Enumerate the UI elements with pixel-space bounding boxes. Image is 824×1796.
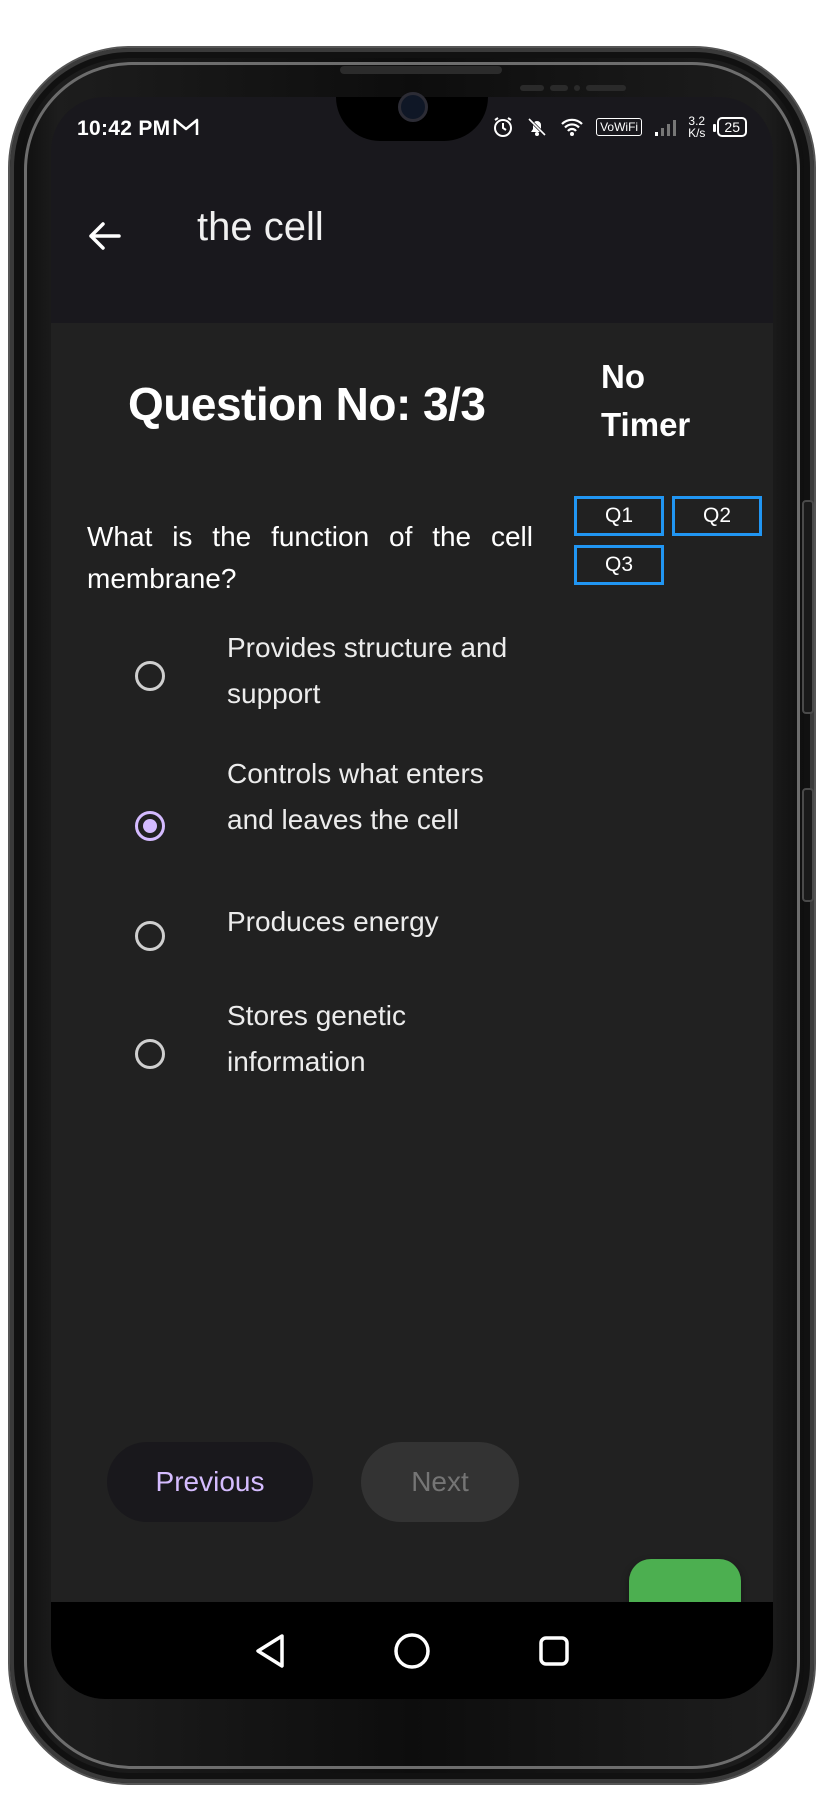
phone-screen: 10:42 PM VoWiFi 3.2 K/s 25 the cell Ques… — [51, 97, 773, 1699]
option-2-label: Controls what enters and leaves the cell — [227, 758, 484, 835]
next-button[interactable]: Next — [361, 1442, 519, 1522]
status-time: 10:42 PM — [77, 117, 171, 140]
bell-off-icon — [526, 116, 548, 138]
front-camera — [398, 92, 428, 122]
option-3-radio[interactable] — [135, 921, 165, 951]
nav-back-button[interactable] — [245, 1626, 295, 1676]
question-nav-button-q2[interactable]: Q2 — [672, 496, 762, 536]
timer-label: No Timer — [601, 358, 691, 443]
question-text: What is the function of the cell membran… — [87, 521, 533, 594]
option-1-label: Provides structure and support — [227, 632, 508, 709]
question-number-heading: Question No: 3/3 — [128, 378, 486, 430]
arrow-left-icon — [89, 222, 121, 250]
option-4-label: Stores genetic information — [227, 1000, 406, 1077]
net-speed: 3.2 K/s — [688, 114, 706, 140]
nav-recents-button[interactable] — [529, 1626, 579, 1676]
power-button — [802, 500, 814, 714]
recents-square-icon — [539, 1635, 569, 1666]
option-4-radio[interactable] — [135, 1039, 165, 1069]
back-button[interactable] — [81, 213, 127, 259]
home-circle-icon — [394, 1632, 430, 1669]
alarm-icon — [492, 116, 514, 138]
quiz-content: Question No: 3/3 No Timer Q1 Q2 Q3 What … — [51, 323, 773, 1671]
volume-button — [802, 788, 814, 902]
battery-indicator: 25 — [713, 117, 747, 137]
question-nav-button-q1[interactable]: Q1 — [574, 496, 664, 536]
app-bar: the cell — [51, 179, 773, 323]
nav-home-button[interactable] — [387, 1626, 437, 1676]
option-1-radio[interactable] — [135, 661, 165, 691]
option-3-label: Produces energy — [227, 906, 439, 937]
previous-button[interactable]: Previous — [107, 1442, 313, 1522]
gmail-icon — [173, 117, 199, 143]
question-nav-button-q3[interactable]: Q3 — [574, 545, 664, 585]
page-title: the cell — [197, 205, 324, 249]
vowifi-badge: VoWiFi — [596, 118, 643, 136]
signal-icon — [654, 117, 677, 137]
system-nav-bar — [51, 1602, 773, 1699]
back-triangle-icon — [256, 1633, 284, 1668]
wifi-icon — [560, 117, 584, 137]
option-2-radio[interactable] — [135, 811, 165, 841]
status-icons: VoWiFi 3.2 K/s 25 — [492, 115, 747, 139]
